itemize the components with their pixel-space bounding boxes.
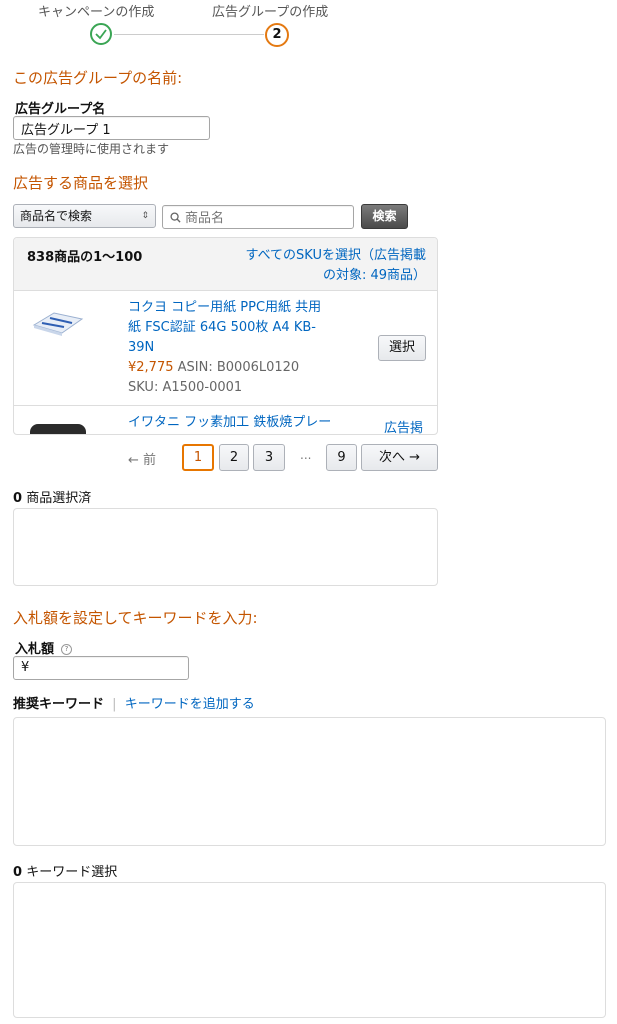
prev-page-link[interactable]: ← 前 [128,449,156,468]
product-title-line: コクヨ コピー用紙 PPC用紙 共用 [128,300,322,315]
selected-keywords-label: キーワード選択 [26,865,118,880]
step1-label: キャンペーンの作成 [38,5,155,20]
step2-number: 2 [265,23,289,47]
product-sku: SKU: A1500-0001 [128,380,243,395]
stepper-connector [114,34,264,35]
product-search-input[interactable] [183,207,347,229]
add-keywords-link[interactable]: キーワードを追加する [125,697,255,712]
bid-input[interactable] [34,658,188,680]
search-icon [170,212,181,223]
pagination-ellipsis: ... [300,448,312,462]
product-title-line: 紙 FSC認証 64G 500枚 A4 KB- [128,320,316,335]
product-meta: ¥2,775 ASIN: B0006L0120 SKU: A1500-0001 [128,358,299,398]
products-section-title: 広告する商品を選択 [13,174,149,192]
results-count: 838商品の1〜100 [27,250,143,265]
selected-products-header: 0 商品選択済 [13,487,91,506]
grill-plate-icon [30,424,86,434]
ad-group-section-title: この広告グループの名前: [13,69,183,87]
product-search-box[interactable] [162,205,354,229]
selected-products-box[interactable] [13,508,438,586]
ad-status-label: 広告掲 [384,421,424,435]
select-arrows-icon: ⇕ [141,211,149,221]
product-price: ¥2,775 [128,360,174,375]
select-all-skus-link[interactable]: すべてのSKUを選択（広告掲載 の対象: 49商品） [226,246,426,286]
page-3-button[interactable]: 3 [253,444,285,471]
product-row: イワタニ フッ素加工 鉄板焼プレー 広告掲 [14,406,437,435]
product-title-link[interactable]: イワタニ フッ素加工 鉄板焼プレー [128,411,331,430]
page-9-button[interactable]: 9 [326,444,357,471]
product-row: コクヨ コピー用紙 PPC用紙 共用 紙 FSC認証 64G 500枚 A4 K… [14,291,437,406]
search-mode-select[interactable]: 商品名で検索 ⇕ [13,204,156,228]
ad-group-name-label: 広告グループ名 [15,102,106,117]
selected-keywords-box[interactable] [13,882,606,1018]
selected-products-count: 0 [13,491,23,506]
select-product-button[interactable]: 選択 [378,335,426,361]
suggested-keywords-box[interactable] [13,717,606,846]
bid-field[interactable]: ¥ [13,656,189,680]
page-1-button[interactable]: 1 [182,444,214,471]
select-all-line2: の対象: 49商品） [322,268,426,283]
product-asin: ASIN: B0006L0120 [177,360,300,375]
product-results-panel: 838商品の1〜100 すべてのSKUを選択（広告掲載 の対象: 49商品） コ… [13,237,438,435]
ad-group-name-input[interactable] [13,116,210,140]
bid-label: 入札額 [15,642,55,657]
keywords-section-title: 入札額を設定してキーワードを入力: [13,609,258,627]
selected-keywords-count: 0 [13,865,23,880]
selected-products-label: 商品選択済 [26,491,92,506]
step2-label: 広告グループの作成 [212,5,329,20]
ad-group-name-helper: 広告の管理時に使用されます [13,142,170,156]
selected-keywords-header: 0 キーワード選択 [13,861,117,880]
keywords-divider: | [112,697,117,712]
product-title-line: 39N [128,340,155,355]
bid-currency: ¥ [21,660,30,675]
suggested-keywords-tab[interactable]: 推奨キーワード [13,697,104,712]
step1-check-icon [90,23,112,45]
question-circle-icon[interactable]: ? [61,644,72,655]
search-mode-value: 商品名で検索 [20,209,93,223]
keywords-toolbar: 推奨キーワード | キーワードを追加する [13,693,255,712]
page-2-button[interactable]: 2 [219,444,249,471]
paper-ream-icon [32,312,84,336]
select-all-line1: すべてのSKUを選択（広告掲載 [245,248,426,263]
search-button[interactable]: 検索 [361,204,408,229]
next-page-button[interactable]: 次へ → [361,444,438,471]
product-title-link[interactable]: コクヨ コピー用紙 PPC用紙 共用 紙 FSC認証 64G 500枚 A4 K… [128,298,353,358]
